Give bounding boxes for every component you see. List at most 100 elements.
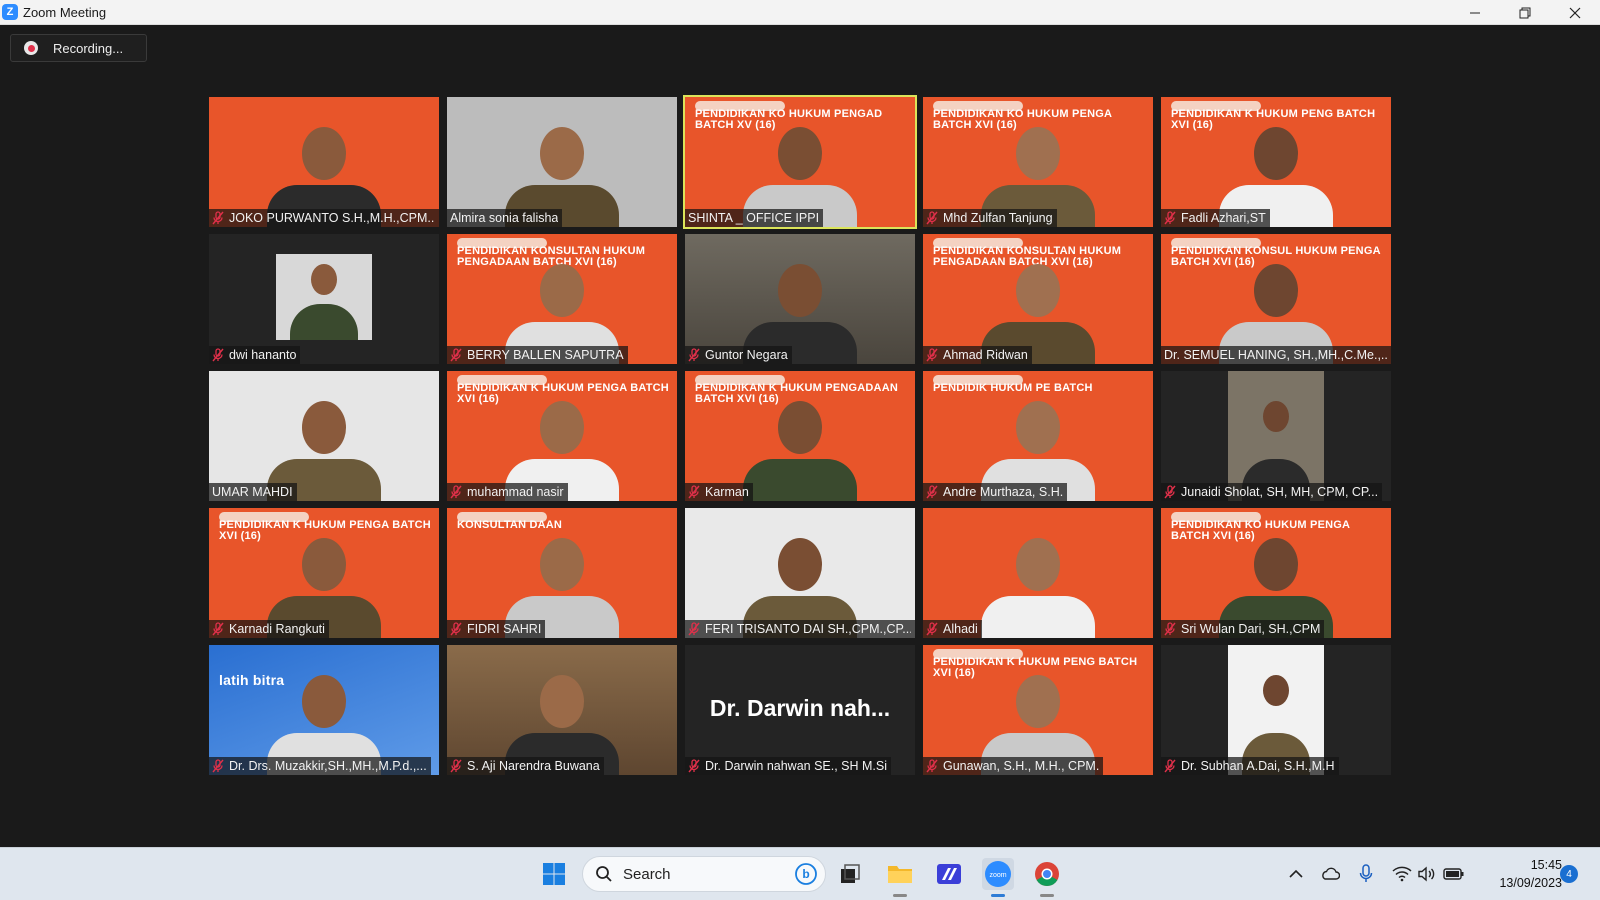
onedrive-tray-button[interactable]	[1316, 858, 1344, 890]
task-view-button[interactable]	[834, 858, 866, 890]
participant-face	[778, 264, 822, 317]
participant-video: PENDIDIKAN KONSULTAN HUKUM PENGADAAN BAT…	[447, 234, 677, 364]
participant-name-tag: dwi hananto	[209, 346, 301, 364]
mic-muted-icon	[212, 348, 224, 362]
wifi-tray-button[interactable]	[1388, 858, 1416, 890]
participant-tile[interactable]: PENDIDIKAN K HUKUM PENG BATCH XVI (16) Fa…	[1161, 97, 1391, 227]
participant-tile[interactable]: Alhadi	[923, 508, 1153, 638]
participant-name: Guntor Negara	[705, 348, 788, 362]
participant-tile[interactable]: PENDIDIKAN KO HUKUM PENGA BATCH XVI (16)…	[1161, 508, 1391, 638]
volume-tray-button[interactable]	[1413, 858, 1441, 890]
participant-tile[interactable]: PENDIDIK HUKUM PE BATCH Andre Murthaza, S…	[923, 371, 1153, 501]
participant-name: Fadli Azhari,ST	[1181, 211, 1266, 225]
participant-name: Karnadi Rangkuti	[229, 622, 325, 636]
ms365-button[interactable]	[933, 858, 965, 890]
participant-name-tag: Karnadi Rangkuti	[209, 620, 329, 638]
participant-video: PENDIDIKAN KO HUKUM PENGAD BATCH XV (16)	[685, 97, 915, 227]
participant-name-tag: Dr. SEMUEL HANING, SH.,MH.,C.Me.,...	[1161, 346, 1391, 364]
restore-button[interactable]	[1500, 0, 1550, 25]
participant-tile[interactable]: PENDIDIKAN K HUKUM PENGA BATCH XVI (16) K…	[209, 508, 439, 638]
participant-video: latih bitra	[209, 645, 439, 775]
show-hidden-icons-button[interactable]	[1282, 858, 1310, 890]
participant-video: PENDIDIKAN KO HUKUM PENGA BATCH XVI (16)	[1161, 508, 1391, 638]
participant-name-tag: Ahmad Ridwan	[923, 346, 1032, 364]
mic-muted-icon	[450, 759, 462, 773]
participant-tile[interactable]: Dr. Darwin nah... Dr. Darwin nahwan SE., …	[685, 645, 915, 775]
participant-video: PENDIDIKAN KONSULTAN HUKUM PENGADAAN BAT…	[923, 234, 1153, 364]
video-gallery: JOKO PURWANTO S.H.,M.H.,CPM... Almira son…	[209, 95, 1391, 775]
search-icon	[596, 866, 612, 882]
participant-name: Gunawan, S.H., M.H., CPM.	[943, 759, 1100, 773]
taskbar-search[interactable]: Search b	[582, 856, 826, 892]
participant-face	[1254, 127, 1298, 180]
participant-tile[interactable]: PENDIDIKAN KONSUL HUKUM PENGA BATCH XVI …	[1161, 234, 1391, 364]
participant-video	[447, 645, 677, 775]
close-button[interactable]	[1550, 0, 1600, 25]
minimize-button[interactable]	[1450, 0, 1500, 25]
participant-name-tag: Mhd Zulfan Tanjung	[923, 209, 1057, 227]
mic-muted-icon	[1164, 759, 1176, 773]
participant-display-name: Dr. Darwin nah...	[709, 695, 891, 721]
participant-face	[302, 401, 346, 454]
chrome-icon	[1035, 862, 1059, 887]
notification-badge[interactable]: 4	[1560, 865, 1578, 883]
participant-tile[interactable]: latih bitra Dr. Drs. Muzakkir,SH.,MH.,M.P…	[209, 645, 439, 775]
participant-tile[interactable]: UMAR MAHDI	[209, 371, 439, 501]
participant-tile[interactable]: Dr. Subhan A.Dai, S.H.,M.H	[1161, 645, 1391, 775]
participant-tile[interactable]: KONSULTAN DAAN FIDRI SAHRI	[447, 508, 677, 638]
taskbar-clock[interactable]: 15:45 13/09/2023	[1480, 856, 1562, 892]
file-explorer-button[interactable]	[884, 858, 916, 897]
chevron-up-icon	[1289, 869, 1303, 878]
participant-name-tag: Dr. Subhan A.Dai, S.H.,M.H	[1161, 757, 1339, 775]
participant-face	[540, 264, 584, 317]
participant-face	[1263, 401, 1289, 433]
close-icon	[1569, 7, 1581, 18]
participant-video: PENDIDIKAN K HUKUM PENGA BATCH XVI (16)	[209, 508, 439, 638]
bing-icon[interactable]: b	[795, 863, 817, 885]
participant-tile[interactable]: JOKO PURWANTO S.H.,M.H.,CPM...	[209, 97, 439, 227]
participant-name: FERI TRISANTO DAI SH.,CPM.,CP...	[705, 622, 911, 636]
participant-face	[1016, 538, 1060, 591]
participant-name-tag: Dr. Drs. Muzakkir,SH.,MH.,M.P.d.,...	[209, 757, 431, 775]
participant-tile[interactable]: FERI TRISANTO DAI SH.,CPM.,CP...	[685, 508, 915, 638]
microphone-tray-button[interactable]	[1352, 858, 1380, 890]
participant-tile[interactable]: Guntor Negara	[685, 234, 915, 364]
participant-tile[interactable]: dwi hananto	[209, 234, 439, 364]
participant-face	[540, 401, 584, 454]
background-banner-text: KONSULTAN DAAN	[457, 519, 563, 531]
windows-start-button[interactable]	[538, 858, 570, 890]
participant-face	[778, 127, 822, 180]
participant-name-tag: Almira sonia falisha	[447, 209, 563, 227]
participant-name: Junaidi Sholat, SH, MH, CPM, CP...	[1181, 485, 1379, 499]
participant-tile[interactable]: PENDIDIKAN KO HUKUM PENGAD BATCH XV (16)…	[683, 95, 917, 229]
participant-tile[interactable]: PENDIDIKAN K HUKUM PENG BATCH XVI (16) Gu…	[923, 645, 1153, 775]
participant-name: Almira sonia falisha	[450, 211, 559, 225]
participant-name-tag: BERRY BALLEN SAPUTRA	[447, 346, 628, 364]
participant-tile[interactable]: Almira sonia falisha	[447, 97, 677, 227]
battery-tray-button[interactable]	[1440, 858, 1468, 890]
participant-tile[interactable]: PENDIDIKAN KONSULTAN HUKUM PENGADAAN BAT…	[923, 234, 1153, 364]
chrome-button[interactable]	[1031, 858, 1063, 897]
zoom-taskbar-button[interactable]: zoom	[982, 858, 1014, 897]
participant-tile[interactable]: PENDIDIKAN KO HUKUM PENGA BATCH XVI (16)…	[923, 97, 1153, 227]
restore-icon	[1519, 7, 1531, 18]
participant-video: KONSULTAN DAAN	[447, 508, 677, 638]
participant-face	[540, 538, 584, 591]
participant-tile[interactable]: PENDIDIKAN K HUKUM PENGADAAN BATCH XVI (…	[685, 371, 915, 501]
participant-name: Dr. SEMUEL HANING, SH.,MH.,C.Me.,...	[1164, 348, 1387, 362]
participant-tile[interactable]: Junaidi Sholat, SH, MH, CPM, CP...	[1161, 371, 1391, 501]
participant-name-tag: SHINTA _ OFFICE IPPI	[685, 209, 824, 227]
participant-video	[1228, 645, 1324, 775]
participant-name: FIDRI SAHRI	[467, 622, 542, 636]
participant-tile[interactable]: PENDIDIKAN KONSULTAN HUKUM PENGADAAN BAT…	[447, 234, 677, 364]
participant-face	[1016, 401, 1060, 454]
participant-video	[685, 234, 915, 364]
meeting-area: Recording... JOKO PURWANTO S.H.,M.H.,CPM…	[0, 25, 1600, 847]
participant-tile[interactable]: PENDIDIKAN K HUKUM PENGA BATCH XVI (16) m…	[447, 371, 677, 501]
participant-tile[interactable]: S. Aji Narendra Buwana	[447, 645, 677, 775]
cloud-icon	[1322, 867, 1340, 880]
recording-indicator[interactable]: Recording...	[10, 34, 147, 62]
participant-face	[1016, 675, 1060, 728]
participant-face	[778, 401, 822, 454]
participant-name: muhammad nasir	[467, 485, 564, 499]
